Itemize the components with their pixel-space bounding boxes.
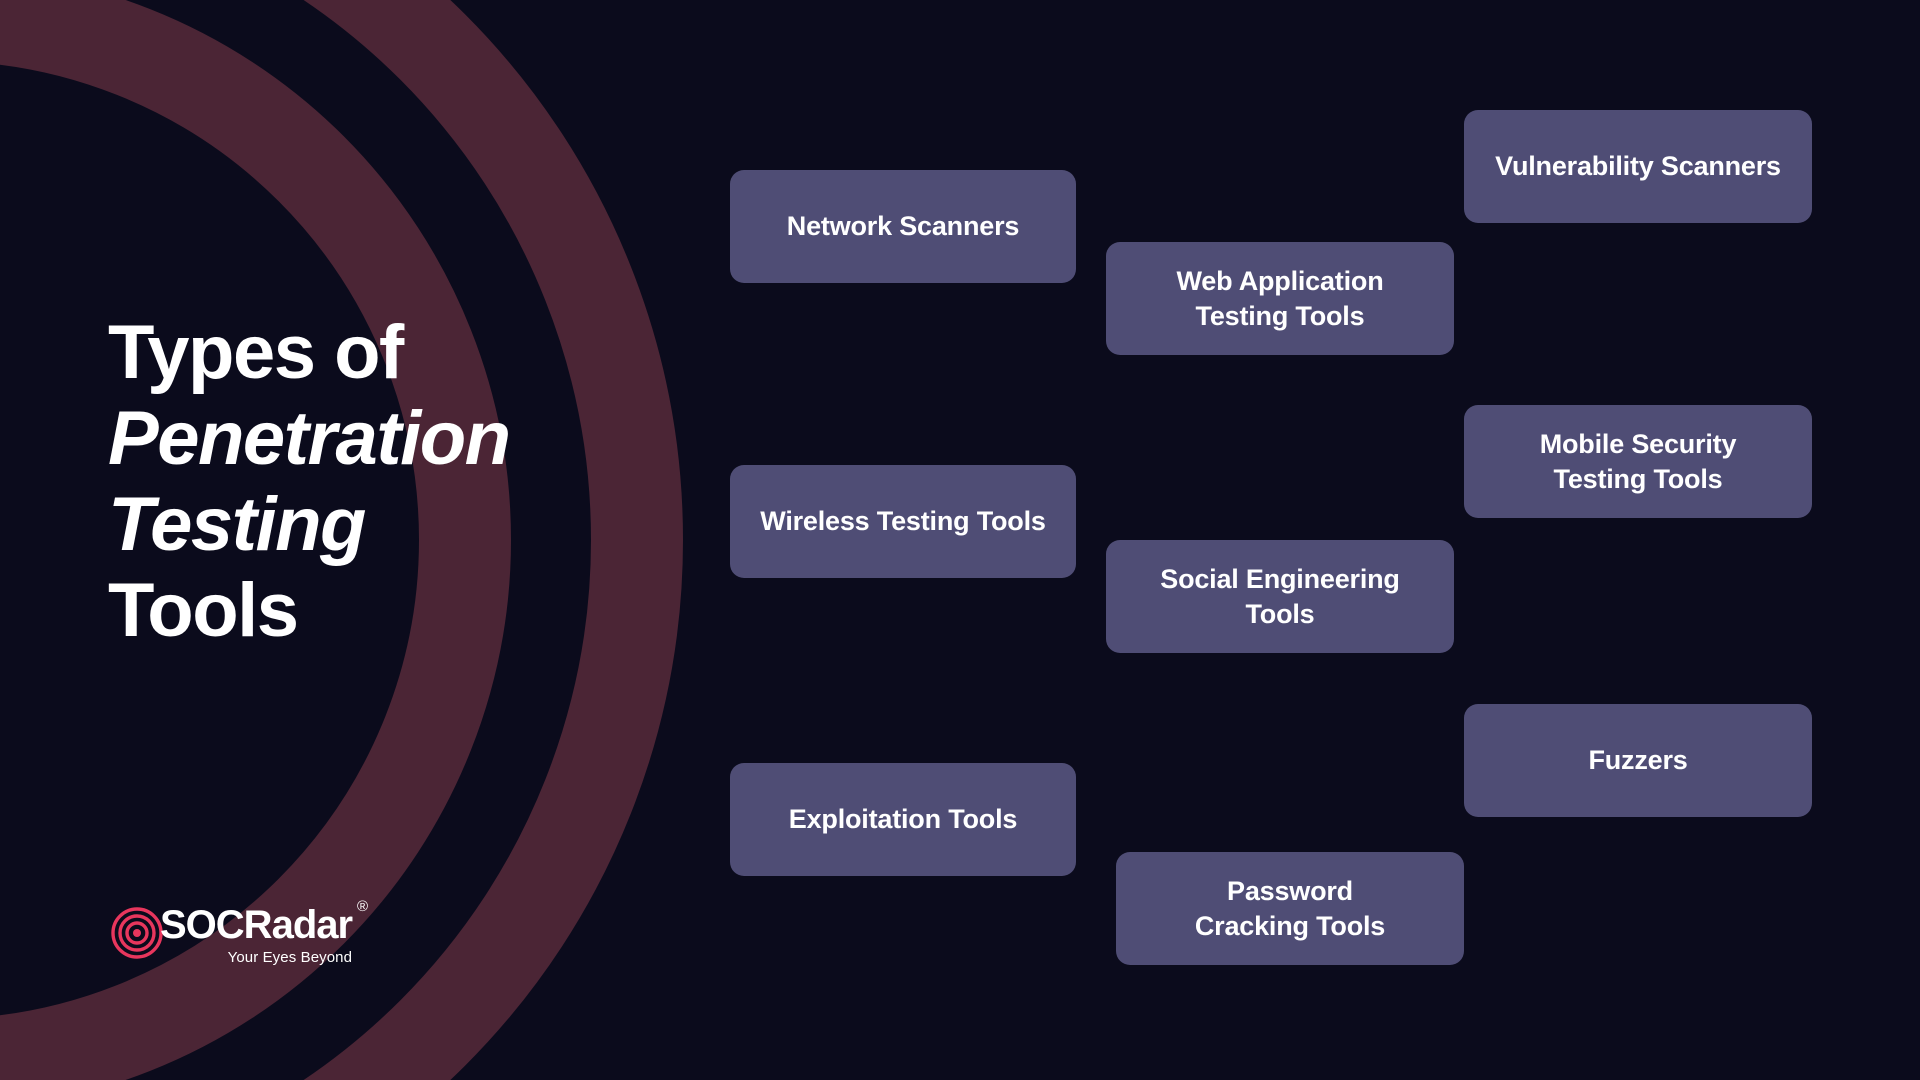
category-box-label-line: Fuzzers [1588, 745, 1688, 776]
category-box-label: Password Cracking Tools [1195, 874, 1385, 943]
category-box-password-cracking-tools[interactable]: Password Cracking Tools [1116, 852, 1464, 965]
category-box-label: Vulnerability Scanners [1495, 149, 1781, 184]
category-box-label-line: Web Application [1176, 265, 1384, 296]
category-box-label-line: Exploitation Tools [788, 804, 1018, 835]
category-box-web-application-testing-tools[interactable]: Web Application Testing Tools [1106, 242, 1454, 355]
category-box-label: Mobile Security Testing Tools [1540, 427, 1737, 496]
category-box-label-line: Tools [1245, 598, 1315, 629]
category-box-label: Network Scanners [786, 209, 1020, 244]
category-box-network-scanners[interactable]: Network Scanners [730, 170, 1076, 283]
title-line-1: Types of [108, 310, 404, 395]
category-box-wireless-testing-tools[interactable]: Wireless Testing Tools [730, 465, 1076, 578]
category-box-mobile-security-testing-tools[interactable]: Mobile Security Testing Tools [1464, 405, 1812, 518]
category-box-label: Wireless Testing Tools [760, 504, 1046, 539]
radar-rings-icon [111, 907, 163, 959]
category-box-label-line: Network Scanners [786, 211, 1020, 242]
category-box-label-line: Vulnerability Scanners [1495, 151, 1781, 182]
category-box-label-line: Mobile Security [1539, 428, 1737, 459]
category-box-exploitation-tools[interactable]: Exploitation Tools [730, 763, 1076, 876]
logo-tagline: Your Eyes Beyond [227, 949, 353, 966]
category-box-label-line: Social Engineering [1160, 563, 1400, 594]
category-box-social-engineering-tools[interactable]: Social Engineering Tools [1106, 540, 1454, 653]
logo-name: SOCRadar [160, 903, 353, 947]
title-line-3: Testing [108, 481, 366, 567]
logo-wordmark: SOCRadar ® [160, 899, 368, 947]
category-box-label: Fuzzers [1588, 743, 1687, 778]
logo-text: SOCRadar ® Your Eyes Beyond [160, 899, 368, 966]
registered-mark-icon: ® [357, 898, 368, 915]
category-box-label-line: Wireless Testing Tools [760, 506, 1046, 537]
socradar-logo: SOCRadar ® Your Eyes Beyond [110, 899, 368, 966]
category-box-vulnerability-scanners[interactable]: Vulnerability Scanners [1464, 110, 1812, 223]
title-line-2: Penetration [108, 395, 511, 481]
infographic-canvas: Types of Penetration Testing Tools SOCRa… [0, 0, 1920, 1080]
category-box-label-line: Testing Tools [1195, 300, 1365, 331]
category-box-label-line: Password [1227, 875, 1353, 906]
category-box-label: Web Application Testing Tools [1176, 264, 1383, 333]
category-box-label-line: Testing Tools [1553, 463, 1723, 494]
category-box-label: Exploitation Tools [788, 802, 1018, 837]
page-title: Types of Penetration Testing Tools [108, 310, 628, 654]
category-box-label: Social Engineering Tools [1160, 562, 1400, 631]
category-box-label-line: Cracking Tools [1194, 910, 1386, 941]
title-line-4: Tools [108, 567, 299, 653]
category-box-fuzzers[interactable]: Fuzzers [1464, 704, 1812, 817]
